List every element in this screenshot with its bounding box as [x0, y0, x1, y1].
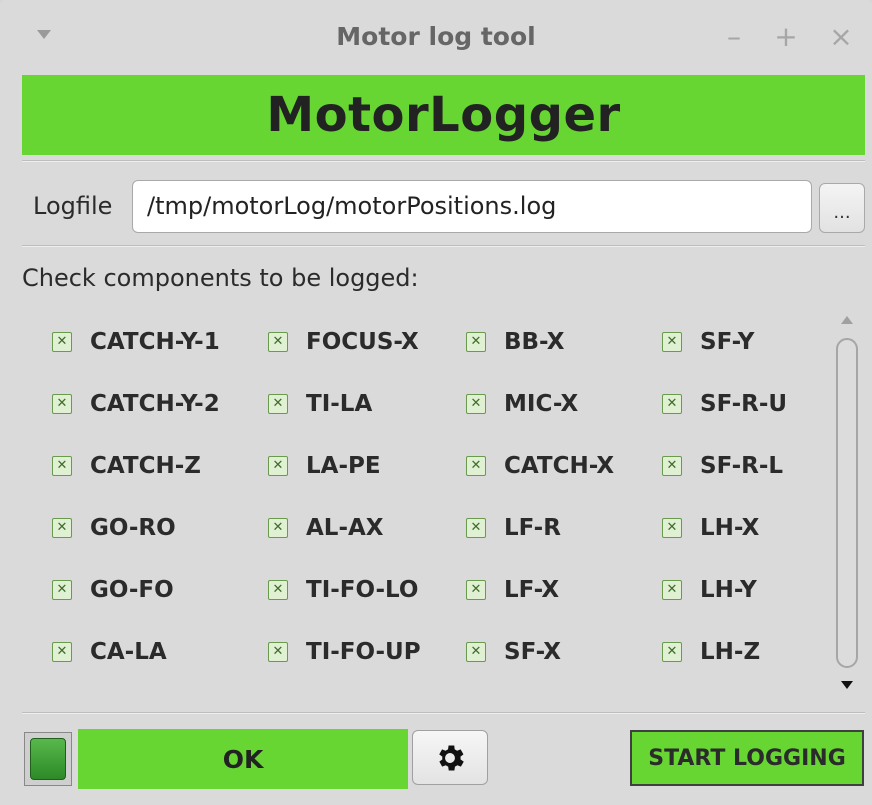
component-label: LA-PE	[306, 453, 381, 479]
component-checkbox-ti-la[interactable]: TI-LA	[268, 384, 372, 424]
checkbox-checked-icon[interactable]	[662, 394, 682, 414]
checkbox-checked-icon[interactable]	[268, 518, 288, 538]
checkbox-checked-icon[interactable]	[466, 456, 486, 476]
component-label: TI-FO-UP	[306, 639, 421, 665]
component-label: TI-FO-LO	[306, 577, 419, 603]
component-checkbox-sf-r-u[interactable]: SF-R-U	[662, 384, 787, 424]
component-checkbox-focus-x[interactable]: FOCUS-X	[268, 322, 419, 362]
component-label: FOCUS-X	[306, 329, 419, 355]
component-label: CA-LA	[90, 639, 167, 665]
divider	[22, 712, 865, 714]
component-label: SF-X	[504, 639, 561, 665]
component-label: CATCH-X	[504, 453, 615, 479]
checkbox-checked-icon[interactable]	[268, 332, 288, 352]
component-checkbox-lh-y[interactable]: LH-Y	[662, 570, 757, 610]
checkbox-checked-icon[interactable]	[268, 394, 288, 414]
checkbox-checked-icon[interactable]	[466, 518, 486, 538]
component-label: MIC-X	[504, 391, 579, 417]
component-checkbox-catch-y-1[interactable]: CATCH-Y-1	[52, 322, 220, 362]
minimize-button[interactable]: –	[719, 20, 749, 54]
component-label: CATCH-Y-2	[90, 391, 220, 417]
component-checkbox-go-fo[interactable]: GO-FO	[52, 570, 174, 610]
component-checkbox-catch-z[interactable]: CATCH-Z	[52, 446, 201, 486]
logfile-path-input[interactable]: /tmp/motorLog/motorPositions.log	[132, 180, 812, 233]
checkbox-checked-icon[interactable]	[52, 332, 72, 352]
checkbox-checked-icon[interactable]	[52, 394, 72, 414]
checkbox-checked-icon[interactable]	[52, 580, 72, 600]
status-led-light	[30, 738, 66, 780]
title-bar: Motor log tool – + ×	[0, 0, 872, 72]
checkbox-checked-icon[interactable]	[662, 332, 682, 352]
component-checkbox-lf-r[interactable]: LF-R	[466, 508, 561, 548]
start-logging-button[interactable]: START LOGGING	[630, 730, 864, 786]
component-checkbox-catch-y-2[interactable]: CATCH-Y-2	[52, 384, 220, 424]
scrollbar[interactable]	[836, 338, 858, 668]
checkbox-checked-icon[interactable]	[268, 580, 288, 600]
component-label: LF-X	[504, 577, 560, 603]
checkbox-checked-icon[interactable]	[662, 518, 682, 538]
component-checkbox-mic-x[interactable]: MIC-X	[466, 384, 578, 424]
component-checkbox-sf-r-l[interactable]: SF-R-L	[662, 446, 783, 486]
component-checkbox-ca-la[interactable]: CA-LA	[52, 632, 167, 672]
component-checkbox-bb-x[interactable]: BB-X	[466, 322, 564, 362]
logfile-label: Logfile	[33, 192, 113, 220]
component-label: SF-R-U	[700, 391, 788, 417]
browse-button[interactable]: ...	[819, 183, 865, 233]
checkbox-checked-icon[interactable]	[52, 518, 72, 538]
app-banner-title: MotorLogger	[266, 87, 621, 143]
gear-icon	[439, 745, 464, 770]
component-checkbox-lh-z[interactable]: LH-Z	[662, 632, 760, 672]
component-checkbox-lf-x[interactable]: LF-X	[466, 570, 559, 610]
components-grid: CATCH-Y-1 CATCH-Y-2 CATCH-Z GO-RO GO-FO CA-LA…	[52, 322, 822, 702]
component-checkbox-sf-x[interactable]: SF-X	[466, 632, 561, 672]
component-label: CATCH-Z	[90, 453, 201, 479]
component-label: LH-Y	[700, 577, 757, 603]
component-checkbox-catch-x[interactable]: CATCH-X	[466, 446, 614, 486]
status-display: OK	[78, 729, 408, 789]
component-label: GO-FO	[90, 577, 174, 603]
checkbox-checked-icon[interactable]	[466, 580, 486, 600]
component-label: GO-RO	[90, 515, 176, 541]
component-label: SF-Y	[700, 329, 755, 355]
checkbox-checked-icon[interactable]	[662, 580, 682, 600]
checkbox-checked-icon[interactable]	[662, 456, 682, 476]
settings-button[interactable]	[412, 730, 488, 785]
checkbox-checked-icon[interactable]	[268, 456, 288, 476]
component-checkbox-ti-fo-up[interactable]: TI-FO-UP	[268, 632, 421, 672]
checkbox-checked-icon[interactable]	[52, 642, 72, 662]
component-checkbox-sf-y[interactable]: SF-Y	[662, 322, 754, 362]
status-led	[24, 732, 72, 786]
checkbox-checked-icon[interactable]	[268, 642, 288, 662]
component-label: LF-R	[504, 515, 561, 541]
checkbox-checked-icon[interactable]	[662, 642, 682, 662]
checkbox-checked-icon[interactable]	[52, 456, 72, 476]
components-header: Check components to be logged:	[22, 264, 419, 292]
component-label: AL-AX	[306, 515, 384, 541]
component-label: SF-R-L	[700, 453, 784, 479]
checkbox-checked-icon[interactable]	[466, 642, 486, 662]
component-label: LH-X	[700, 515, 760, 541]
close-button[interactable]: ×	[826, 20, 856, 54]
component-label: TI-LA	[306, 391, 373, 417]
divider	[22, 245, 865, 247]
component-label: CATCH-Y-1	[90, 329, 220, 355]
app-banner: MotorLogger	[22, 75, 865, 155]
scroll-down-icon[interactable]	[841, 681, 853, 689]
scroll-up-icon[interactable]	[841, 316, 853, 324]
motor-log-window: Motor log tool – + × MotorLogger Logfile…	[0, 0, 872, 805]
checkbox-checked-icon[interactable]	[466, 332, 486, 352]
component-checkbox-lh-x[interactable]: LH-X	[662, 508, 759, 548]
component-checkbox-go-ro[interactable]: GO-RO	[52, 508, 176, 548]
divider	[22, 160, 865, 162]
component-checkbox-al-ax[interactable]: AL-AX	[268, 508, 384, 548]
component-checkbox-ti-fo-lo[interactable]: TI-FO-LO	[268, 570, 418, 610]
checkbox-checked-icon[interactable]	[466, 394, 486, 414]
component-checkbox-la-pe[interactable]: LA-PE	[268, 446, 381, 486]
maximize-button[interactable]: +	[771, 20, 801, 54]
component-label: BB-X	[504, 329, 565, 355]
component-label: LH-Z	[700, 639, 761, 665]
